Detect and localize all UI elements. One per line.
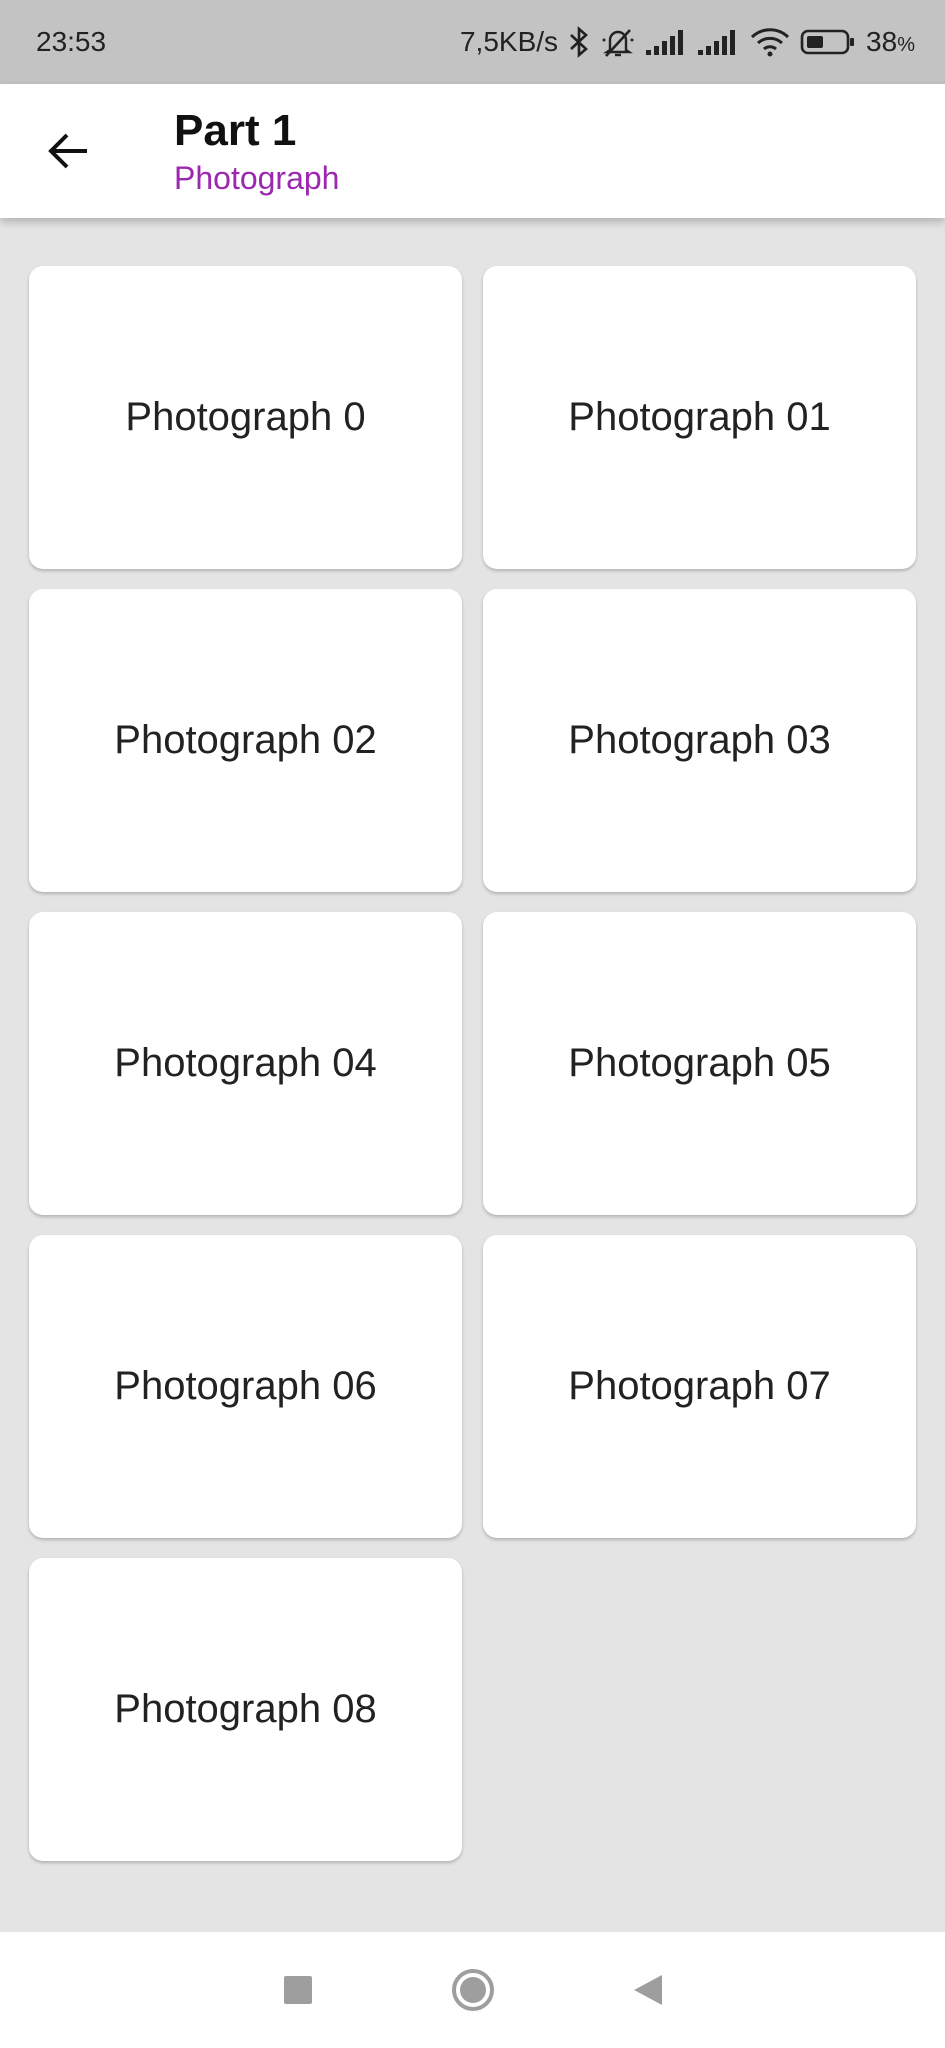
card-label: Photograph 03 bbox=[568, 718, 831, 762]
recents-square-icon bbox=[283, 1976, 312, 2004]
system-nav-bar bbox=[0, 1932, 945, 2048]
status-icons: 7,5KB/s 38% bbox=[460, 26, 915, 58]
card-label: Photograph 02 bbox=[114, 718, 377, 762]
card-label: Photograph 01 bbox=[568, 395, 831, 439]
battery-icon bbox=[800, 28, 856, 56]
grid-card[interactable]: Photograph 06 bbox=[29, 1235, 462, 1538]
wifi-icon bbox=[750, 27, 790, 57]
grid-card[interactable]: Photograph 0 bbox=[29, 266, 462, 569]
home-circle-icon bbox=[451, 1969, 494, 2011]
battery-percent: 38 bbox=[866, 26, 898, 57]
back-nav-button[interactable] bbox=[618, 1960, 678, 2020]
mute-icon bbox=[600, 26, 636, 58]
battery-level: 38% bbox=[866, 26, 915, 58]
grid-card[interactable]: Photograph 08 bbox=[29, 1558, 462, 1861]
signal-icon bbox=[698, 28, 740, 56]
grid-card[interactable]: Photograph 03 bbox=[483, 589, 916, 892]
home-button[interactable] bbox=[443, 1960, 503, 2020]
app-bar: Part 1 Photograph bbox=[0, 84, 945, 218]
back-triangle-icon bbox=[633, 1975, 662, 2005]
recents-button[interactable] bbox=[268, 1960, 328, 2020]
card-label: Photograph 0 bbox=[125, 395, 366, 439]
grid-card[interactable]: Photograph 04 bbox=[29, 912, 462, 1215]
network-speed: 7,5KB/s bbox=[459, 26, 559, 57]
status-time: 23:53 bbox=[36, 26, 107, 57]
status-bar: 23:53 7,5KB/s 38% bbox=[0, 0, 945, 84]
grid-card[interactable]: Photograph 02 bbox=[29, 589, 462, 892]
photograph-grid: Photograph 0 Photograph 01 Photograph 02… bbox=[29, 266, 916, 1861]
grid-card[interactable]: Photograph 07 bbox=[483, 1235, 916, 1538]
grid-card[interactable]: Photograph 05 bbox=[483, 912, 916, 1215]
card-label: Photograph 04 bbox=[114, 1041, 377, 1085]
page-subtitle: Photograph bbox=[174, 160, 340, 196]
card-label: Photograph 08 bbox=[114, 1687, 377, 1731]
card-label: Photograph 05 bbox=[568, 1041, 831, 1085]
arrow-back-icon bbox=[48, 133, 87, 169]
card-label: Photograph 07 bbox=[568, 1364, 831, 1408]
back-button[interactable] bbox=[36, 118, 102, 184]
card-label: Photograph 06 bbox=[114, 1364, 377, 1408]
grid-card[interactable]: Photograph 01 bbox=[483, 266, 916, 569]
bluetooth-icon bbox=[568, 26, 590, 58]
battery-unit: % bbox=[897, 34, 915, 56]
page-title: Part 1 bbox=[174, 106, 297, 155]
signal-icon bbox=[646, 28, 688, 56]
